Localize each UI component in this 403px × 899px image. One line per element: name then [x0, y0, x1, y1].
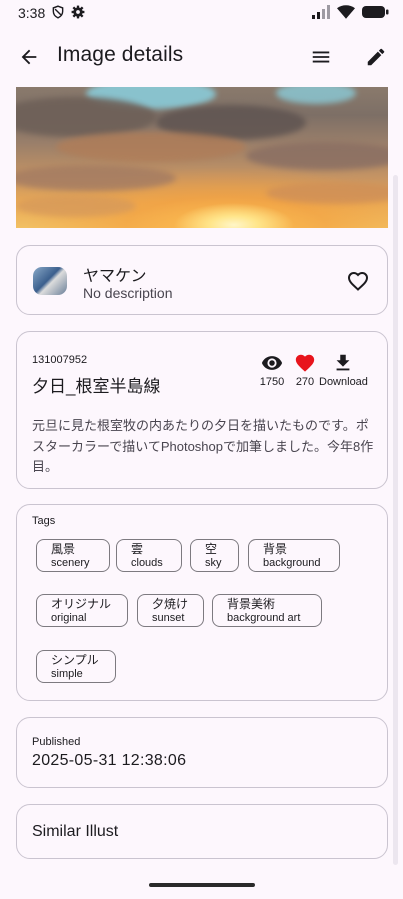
- status-right: [312, 4, 389, 22]
- similar-illust-card[interactable]: Similar Illust: [16, 804, 388, 859]
- avatar[interactable]: [33, 267, 67, 295]
- tag-translation: sky: [205, 557, 222, 569]
- download-icon: [337, 354, 350, 371]
- illust-image[interactable]: [16, 87, 388, 228]
- status-left: 3:38: [18, 4, 85, 22]
- tag-name: 背景美術: [227, 597, 276, 611]
- tag-name: 背景: [263, 542, 288, 556]
- published-card: Published 2025-05-31 12:38:06: [16, 717, 388, 788]
- illust-caption: 元旦に見た根室牧の内あたりの夕日を描いたものです。ポスターカラーで描いてPhot…: [32, 418, 374, 474]
- author-name: ヤマケン: [83, 268, 147, 285]
- cloud-shape: [16, 195, 136, 217]
- tag-name: 雲: [131, 542, 144, 556]
- likes-stat[interactable]: 270: [293, 352, 317, 388]
- tag-chip[interactable]: シンプル simple: [36, 650, 116, 683]
- tags-label: Tags: [32, 515, 56, 527]
- tag-chip[interactable]: 背景 background: [248, 539, 340, 572]
- status-time: 3:38: [18, 5, 46, 21]
- arrow-back-icon: [21, 49, 37, 65]
- app-bar: Image details: [0, 30, 403, 84]
- tag-translation: clouds: [131, 557, 163, 569]
- tag-name: 風景: [51, 542, 76, 556]
- heart-outline-icon: [347, 271, 369, 291]
- tags-card: Tags 風景 scenery 雲 clouds 空 sky 背景 backgr…: [16, 504, 388, 701]
- cloud-shape: [16, 165, 176, 191]
- illust-id: 131007952: [32, 354, 88, 366]
- scrollbar[interactable]: [393, 175, 398, 865]
- page-title: Image details: [57, 43, 184, 66]
- edit-button[interactable]: [352, 33, 400, 81]
- tag-translation: scenery: [51, 557, 90, 569]
- published-date: 2025-05-31 12:38:06: [32, 752, 187, 769]
- tag-translation: background art: [227, 612, 301, 624]
- illust-info-card: 131007952 夕日_根室半島線 1750 270 Download 元旦に…: [16, 331, 388, 489]
- tag-name: 夕焼け: [152, 597, 189, 611]
- tag-translation: sunset: [152, 612, 185, 624]
- cloud-shape: [266, 182, 388, 204]
- views-stat: 1750: [258, 352, 286, 388]
- author-description: No description: [83, 285, 173, 301]
- heart-filled-icon: [295, 354, 315, 372]
- download-label: Download: [319, 376, 368, 388]
- cloud-shape: [246, 142, 388, 170]
- tag-name: オリジナル: [51, 597, 112, 611]
- tag-chip[interactable]: 雲 clouds: [116, 539, 182, 572]
- tag-translation: background: [263, 557, 321, 569]
- likes-count: 270: [295, 376, 315, 388]
- illust-title: 夕日_根室半島線: [32, 377, 161, 396]
- pencil-icon: [367, 48, 385, 66]
- hamburger-menu-icon: [312, 51, 330, 63]
- back-button[interactable]: [5, 33, 53, 81]
- published-label: Published: [32, 736, 81, 748]
- tag-chip[interactable]: 夕焼け sunset: [137, 594, 204, 627]
- tag-name: シンプル: [51, 653, 99, 667]
- eye-icon: [261, 356, 283, 370]
- tag-chip[interactable]: 背景美術 background art: [212, 594, 322, 627]
- tag-name: 空: [205, 542, 218, 556]
- download-button[interactable]: Download: [319, 352, 368, 388]
- tag-chip[interactable]: 風景 scenery: [36, 539, 110, 572]
- cloud-shape: [56, 132, 246, 162]
- cloud-shape: [276, 87, 356, 104]
- home-indicator[interactable]: [149, 883, 255, 887]
- menu-button[interactable]: [297, 33, 345, 81]
- signal-icon: [312, 4, 330, 22]
- tag-chip[interactable]: 空 sky: [190, 539, 239, 572]
- author-card[interactable]: ヤマケン No description: [16, 245, 388, 315]
- settings-gear-icon: [71, 5, 85, 22]
- wifi-icon: [337, 4, 355, 22]
- cloud-shape: [16, 97, 156, 137]
- follow-author-button[interactable]: [334, 257, 382, 305]
- shield-icon: [51, 4, 65, 22]
- views-count: 1750: [259, 376, 285, 388]
- tag-translation: simple: [51, 668, 83, 680]
- tag-translation: original: [51, 612, 87, 624]
- battery-icon: [362, 5, 389, 22]
- status-bar: 3:38: [0, 0, 403, 26]
- similar-illust-label: Similar Illust: [32, 823, 119, 840]
- tag-chip[interactable]: オリジナル original: [36, 594, 128, 627]
